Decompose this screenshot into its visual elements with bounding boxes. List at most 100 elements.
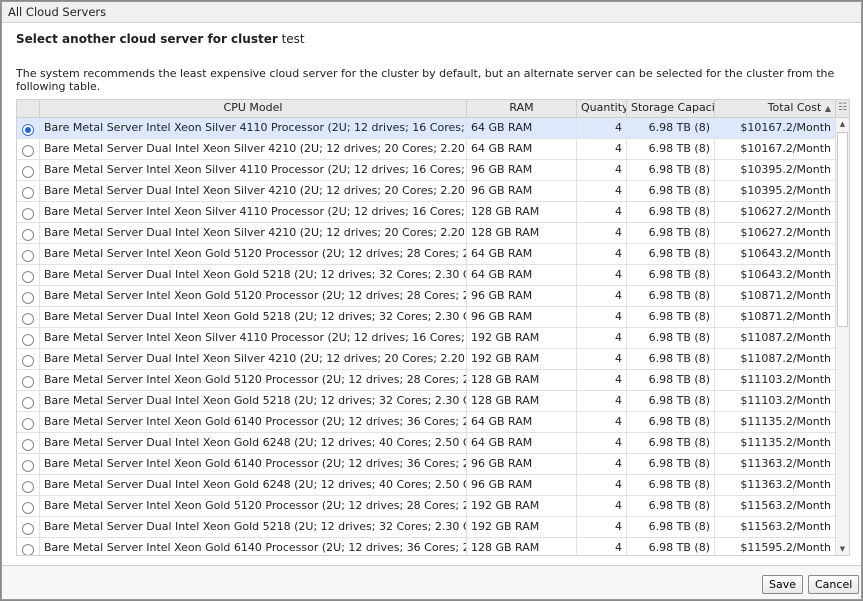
row-select[interactable]	[17, 202, 40, 222]
storage-cell: 6.98 TB (8)	[627, 454, 715, 474]
column-menu-icon[interactable]: ☷	[836, 100, 849, 117]
table-row[interactable]: Bare Metal Server Dual Intel Xeon Gold 5…	[17, 391, 836, 412]
header-total-cost[interactable]: Total Cost ▲	[715, 100, 836, 117]
ram-cell: 96 GB RAM	[467, 454, 577, 474]
vertical-scrollbar[interactable]: ▲ ▼	[835, 118, 849, 555]
quantity-cell: 4	[577, 223, 627, 243]
row-select[interactable]	[17, 328, 40, 348]
table-row[interactable]: Bare Metal Server Dual Intel Xeon Silver…	[17, 349, 836, 370]
table-row[interactable]: Bare Metal Server Intel Xeon Silver 4110…	[17, 202, 836, 223]
header-storage[interactable]: Storage Capacity	[627, 100, 715, 117]
cpu-model-cell: Bare Metal Server Intel Xeon Gold 5120 P…	[40, 244, 467, 264]
table-row[interactable]: Bare Metal Server Intel Xeon Gold 6140 P…	[17, 454, 836, 475]
radio-button[interactable]	[22, 208, 34, 220]
table-row[interactable]: Bare Metal Server Intel Xeon Gold 5120 P…	[17, 286, 836, 307]
radio-button[interactable]	[22, 481, 34, 493]
row-select[interactable]	[17, 412, 40, 432]
row-select[interactable]	[17, 118, 40, 138]
row-select[interactable]	[17, 538, 40, 555]
radio-button[interactable]	[22, 376, 34, 388]
description: The system recommends the least expensiv…	[16, 67, 835, 93]
storage-cell: 6.98 TB (8)	[627, 538, 715, 555]
row-select[interactable]	[17, 454, 40, 474]
cpu-model-cell: Bare Metal Server Dual Intel Xeon Gold 5…	[40, 391, 467, 411]
row-select[interactable]	[17, 181, 40, 201]
row-select[interactable]	[17, 517, 40, 537]
table-row[interactable]: Bare Metal Server Intel Xeon Silver 4110…	[17, 328, 836, 349]
table-row[interactable]: Bare Metal Server Intel Xeon Silver 4110…	[17, 160, 836, 181]
header-quantity[interactable]: Quantity	[577, 100, 627, 117]
cpu-model-cell: Bare Metal Server Intel Xeon Gold 6140 P…	[40, 538, 467, 555]
radio-button[interactable]	[22, 439, 34, 451]
table-row[interactable]: Bare Metal Server Intel Xeon Gold 5120 P…	[17, 370, 836, 391]
row-select[interactable]	[17, 475, 40, 495]
row-select[interactable]	[17, 223, 40, 243]
row-select[interactable]	[17, 160, 40, 180]
ram-cell: 64 GB RAM	[467, 433, 577, 453]
row-select[interactable]	[17, 265, 40, 285]
table-row[interactable]: Bare Metal Server Intel Xeon Gold 6140 P…	[17, 412, 836, 433]
table-row[interactable]: Bare Metal Server Dual Intel Xeon Gold 5…	[17, 307, 836, 328]
save-button[interactable]: Save	[762, 575, 804, 594]
row-select[interactable]	[17, 496, 40, 516]
radio-button[interactable]	[22, 313, 34, 325]
radio-button[interactable]	[22, 502, 34, 514]
table-row[interactable]: Bare Metal Server Dual Intel Xeon Gold 6…	[17, 475, 836, 496]
dialog-title: All Cloud Servers	[2, 2, 861, 23]
radio-button[interactable]	[22, 229, 34, 241]
header-ram[interactable]: RAM	[467, 100, 577, 117]
ram-cell: 96 GB RAM	[467, 475, 577, 495]
row-select[interactable]	[17, 370, 40, 390]
scrollbar-thumb[interactable]	[837, 132, 848, 327]
radio-button[interactable]	[22, 460, 34, 472]
table-row[interactable]: Bare Metal Server Dual Intel Xeon Gold 6…	[17, 433, 836, 454]
row-select[interactable]	[17, 139, 40, 159]
header-cpu-model[interactable]: CPU Model	[40, 100, 467, 117]
table-row[interactable]: Bare Metal Server Dual Intel Xeon Silver…	[17, 181, 836, 202]
quantity-cell: 4	[577, 160, 627, 180]
row-select[interactable]	[17, 244, 40, 264]
quantity-cell: 4	[577, 328, 627, 348]
storage-cell: 6.98 TB (8)	[627, 118, 715, 138]
table-row[interactable]: Bare Metal Server Dual Intel Xeon Gold 5…	[17, 265, 836, 286]
table-row[interactable]: Bare Metal Server Intel Xeon Silver 4110…	[17, 118, 836, 139]
radio-button[interactable]	[22, 187, 34, 199]
table-row[interactable]: Bare Metal Server Intel Xeon Gold 5120 P…	[17, 244, 836, 265]
radio-button[interactable]	[22, 334, 34, 346]
table-row[interactable]: Bare Metal Server Dual Intel Xeon Silver…	[17, 223, 836, 244]
radio-button[interactable]	[22, 355, 34, 367]
total-cost-cell: $11363.2/Month	[715, 454, 836, 474]
quantity-cell: 4	[577, 412, 627, 432]
table-row[interactable]: Bare Metal Server Intel Xeon Gold 5120 P…	[17, 496, 836, 517]
row-select[interactable]	[17, 433, 40, 453]
storage-cell: 6.98 TB (8)	[627, 496, 715, 516]
radio-button[interactable]	[22, 271, 34, 283]
ram-cell: 64 GB RAM	[467, 412, 577, 432]
total-cost-cell: $10627.2/Month	[715, 223, 836, 243]
radio-button[interactable]	[22, 250, 34, 262]
quantity-cell: 4	[577, 202, 627, 222]
radio-button[interactable]	[22, 124, 34, 136]
radio-button[interactable]	[22, 523, 34, 535]
total-cost-cell: $11563.2/Month	[715, 496, 836, 516]
cancel-button[interactable]: Cancel	[808, 575, 860, 594]
row-select[interactable]	[17, 349, 40, 369]
radio-button[interactable]	[22, 544, 34, 555]
cpu-model-cell: Bare Metal Server Dual Intel Xeon Silver…	[40, 139, 467, 159]
cpu-model-cell: Bare Metal Server Intel Xeon Gold 5120 P…	[40, 370, 467, 390]
radio-button[interactable]	[22, 166, 34, 178]
radio-button[interactable]	[22, 145, 34, 157]
quantity-cell: 4	[577, 181, 627, 201]
radio-button[interactable]	[22, 292, 34, 304]
row-select[interactable]	[17, 307, 40, 327]
table-row[interactable]: Bare Metal Server Intel Xeon Gold 6140 P…	[17, 538, 836, 555]
radio-button[interactable]	[22, 418, 34, 430]
scroll-up-icon[interactable]: ▲	[836, 120, 849, 128]
table-row[interactable]: Bare Metal Server Dual Intel Xeon Silver…	[17, 139, 836, 160]
scroll-down-icon[interactable]: ▼	[836, 545, 849, 553]
row-select[interactable]	[17, 286, 40, 306]
table-header: CPU Model RAM Quantity Storage Capacity …	[17, 100, 849, 118]
table-row[interactable]: Bare Metal Server Dual Intel Xeon Gold 5…	[17, 517, 836, 538]
radio-button[interactable]	[22, 397, 34, 409]
row-select[interactable]	[17, 391, 40, 411]
